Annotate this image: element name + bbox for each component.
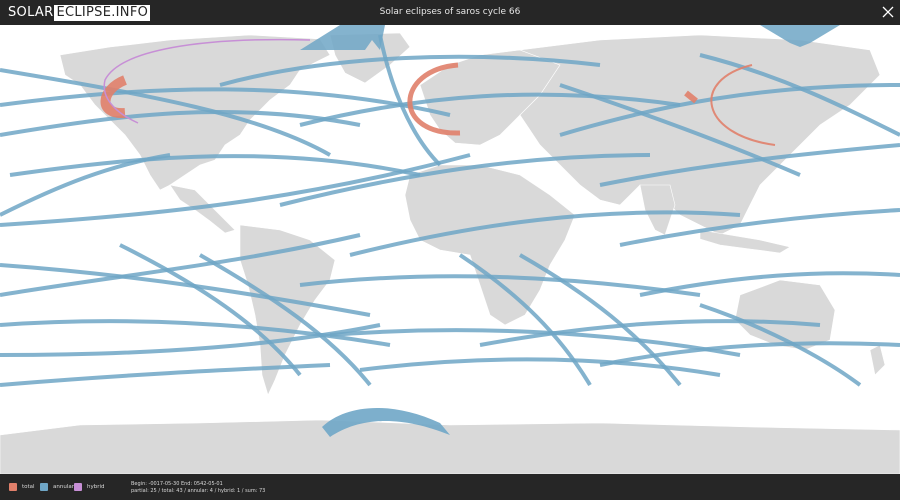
legend-swatch-total — [9, 483, 17, 491]
legend-item-hybrid: hybrid — [74, 483, 105, 491]
top-bar: SOLAR ECLIPSE.INFO Solar eclipses of sar… — [0, 0, 900, 25]
legend-label-annular: annular — [53, 484, 74, 490]
legend-item-annular: annular — [40, 483, 74, 491]
legend-item-total: total — [9, 483, 35, 491]
legend-swatch-hybrid — [74, 483, 82, 491]
world-map[interactable] — [0, 25, 900, 474]
close-icon[interactable] — [881, 5, 895, 19]
footer-bar: total annular hybrid Begin: -0017-05-30 … — [0, 474, 900, 500]
page-title: Solar eclipses of saros cycle 66 — [379, 7, 521, 17]
indonesia — [699, 229, 791, 254]
summary-info: Begin: -0017-05-30 End: 0542-05-01 parti… — [131, 481, 265, 495]
legend-label-total: total — [22, 484, 35, 490]
annular-path — [0, 363, 331, 387]
map-canvas — [0, 25, 900, 474]
legend-label-hybrid: hybrid — [87, 484, 105, 490]
africa — [404, 164, 576, 326]
india — [639, 184, 676, 236]
date-range: Begin: -0017-05-30 End: 0542-05-01 — [131, 481, 223, 487]
eclipse-counts: partial: 25 / total: 43 / annular: 4 / h… — [131, 488, 266, 494]
new-zealand — [869, 344, 886, 376]
antarctica — [0, 419, 900, 474]
legend-swatch-annular — [40, 483, 48, 491]
